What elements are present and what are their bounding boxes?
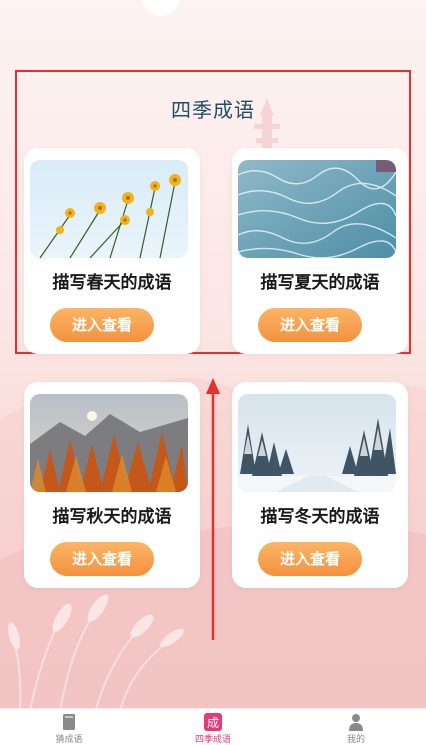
view-autumn-button[interactable]: 进入查看: [50, 542, 154, 576]
card-spring-label: 描写春天的成语: [52, 273, 172, 293]
idiom-badge-icon: 成: [183, 713, 243, 731]
card-autumn[interactable]: 描写秋天的成语 进入查看: [24, 382, 200, 588]
tab-mine-label: 我的: [346, 735, 365, 745]
autumn-photo: [30, 394, 188, 492]
card-summer[interactable]: 描写夏天的成语 进入查看: [232, 148, 408, 354]
book-icon: [39, 713, 99, 731]
annotation-arrow: [206, 378, 220, 640]
tab-seasons-idioms-label: 四季成语: [194, 735, 231, 745]
card-summer-label: 描写夏天的成语: [260, 273, 380, 293]
person-icon: [326, 713, 386, 731]
summer-photo: [238, 160, 396, 258]
spring-photo: [30, 160, 188, 258]
idiom-badge-text: 成: [207, 716, 219, 730]
card-spring[interactable]: 描写春天的成语 进入查看: [24, 148, 200, 354]
card-winter-label: 描写冬天的成语: [260, 507, 380, 527]
view-spring-button[interactable]: 进入查看: [50, 308, 154, 342]
view-winter-button[interactable]: 进入查看: [258, 542, 362, 576]
card-autumn-label: 描写秋天的成语: [52, 507, 172, 527]
tab-seasons-idioms[interactable]: 成 四季成语: [183, 713, 243, 745]
card-winter[interactable]: 描写冬天的成语 进入查看: [232, 382, 408, 588]
tab-mine[interactable]: 我的: [326, 713, 386, 745]
bottom-tab-bar: 猜成语 成 四季成语 我的: [0, 708, 426, 745]
tab-guess-idiom-label: 猜成语: [55, 735, 83, 745]
tab-guess-idiom[interactable]: 猜成语: [39, 713, 99, 745]
view-summer-button[interactable]: 进入查看: [258, 308, 362, 342]
top-notch-decoration: [142, 0, 180, 16]
winter-photo: [238, 394, 396, 492]
